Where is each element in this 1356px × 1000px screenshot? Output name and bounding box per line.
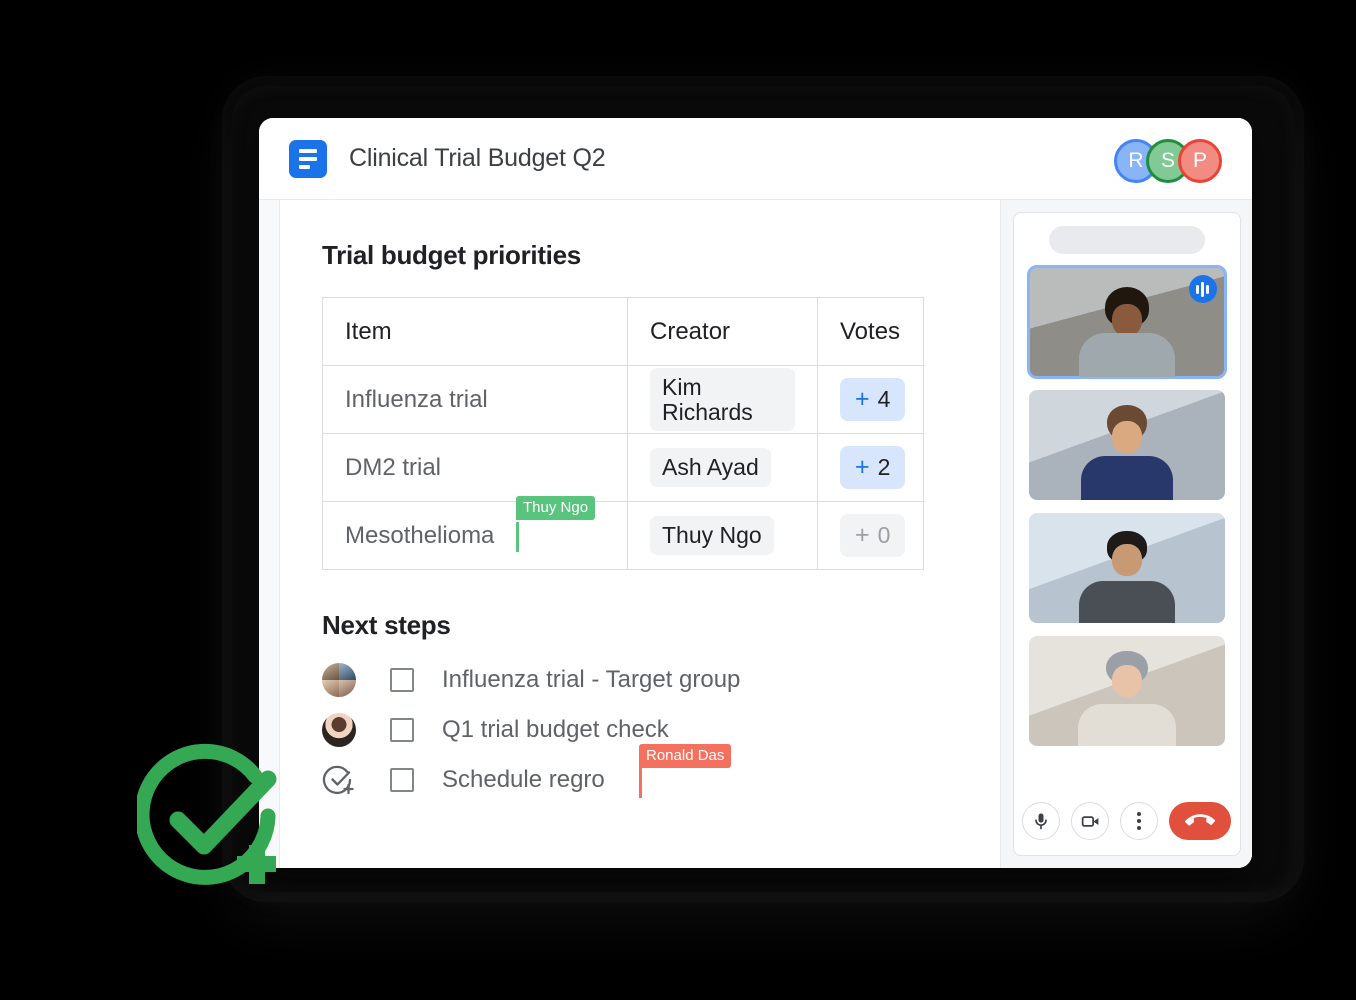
cell-creator: Thuy Ngo	[627, 501, 818, 570]
next-steps-list: Influenza trial - Target group Q1 trial …	[322, 655, 1000, 805]
vote-button[interactable]: + 2	[840, 446, 906, 489]
collaborator-cursor-label: Thuy Ngo	[516, 496, 596, 520]
table-row: Influenza trial Kim Richards + 4	[322, 365, 924, 434]
column-header-votes: Votes	[817, 297, 924, 366]
video-call-card	[1012, 212, 1241, 856]
participant-tile-1[interactable]	[1026, 265, 1227, 379]
green-task-check-plus-icon	[134, 742, 287, 894]
call-controls	[1022, 802, 1231, 842]
checkbox[interactable]	[390, 768, 414, 792]
cell-votes: + 4	[817, 365, 924, 434]
cell-creator: Ash Ayad	[627, 433, 818, 502]
person-avatar	[322, 713, 356, 747]
plus-icon: +	[855, 453, 870, 482]
group-avatar	[322, 663, 356, 697]
checkbox[interactable]	[390, 718, 414, 742]
cell-item[interactable]: DM2 trial	[322, 433, 628, 502]
three-dots-icon	[1137, 812, 1141, 830]
column-header-creator: Creator	[627, 297, 818, 366]
next-steps-section: Next steps Influenza trial - Target grou…	[322, 610, 1000, 805]
creator-chip[interactable]: Thuy Ngo	[650, 516, 774, 555]
collaborator-caret	[516, 522, 519, 552]
section-heading-priorities: Trial budget priorities	[322, 240, 581, 270]
priorities-table: Item Creator Votes Influenza trial Kim R…	[322, 297, 924, 570]
table-row: DM2 trial Ash Ayad + 2	[322, 433, 924, 502]
checkbox[interactable]	[390, 668, 414, 692]
cell-votes: + 2	[817, 433, 924, 502]
avatar[interactable]: P	[1178, 139, 1222, 183]
page-title: Clinical Trial Budget Q2	[349, 144, 606, 172]
list-item[interactable]: Influenza trial - Target group	[322, 655, 1000, 705]
vote-count: 4	[877, 386, 891, 413]
end-call-button[interactable]	[1169, 802, 1231, 840]
cell-item[interactable]: Mesothelioma Thuy Ngo	[322, 496, 628, 570]
more-options-button[interactable]	[1120, 802, 1158, 840]
window-body: Trial budget priorities Item Creator Vot…	[259, 200, 1252, 868]
microphone-button[interactable]	[1022, 802, 1060, 840]
creator-chip[interactable]: Ash Ayad	[650, 448, 771, 487]
list-item-label: Q1 trial budget check	[442, 716, 669, 743]
audio-indicator-icon	[1188, 275, 1217, 303]
cell-creator: Kim Richards	[627, 365, 818, 434]
participant-tile-2[interactable]	[1028, 390, 1225, 500]
table-header-row: Item Creator Votes	[322, 297, 924, 366]
collaborator-caret	[639, 768, 642, 798]
section-heading-next-steps: Next steps	[322, 610, 451, 640]
list-item-text: Schedule regro	[442, 766, 605, 793]
vote-count: 0	[877, 522, 891, 549]
vote-button[interactable]: + 4	[840, 378, 906, 421]
titlebar: Clinical Trial Budget Q2 R S P	[259, 118, 1252, 200]
google-docs-icon[interactable]	[289, 139, 327, 178]
cell-votes: + 0	[817, 501, 924, 570]
cell-item-text: Mesothelioma	[345, 521, 495, 549]
list-item-label: Schedule regro Ronald Das	[442, 744, 732, 798]
column-header-item: Item	[322, 297, 628, 366]
assign-task-icon[interactable]	[322, 763, 356, 797]
vote-button[interactable]: + 0	[840, 514, 906, 557]
participant-tile-4[interactable]	[1028, 636, 1225, 746]
panel-placeholder-bar	[1048, 226, 1205, 254]
table-row: Mesothelioma Thuy Ngo Thuy Ngo + 0	[322, 496, 924, 570]
app-window: Clinical Trial Budget Q2 R S P Trial bud…	[259, 118, 1252, 868]
cell-item[interactable]: Influenza trial	[322, 365, 628, 434]
camera-button[interactable]	[1071, 802, 1109, 840]
creator-chip[interactable]: Kim Richards	[650, 368, 795, 431]
vote-count: 2	[877, 454, 891, 481]
collaborator-avatars: R S P	[1114, 139, 1222, 183]
plus-icon: +	[855, 385, 870, 414]
participant-tile-3[interactable]	[1028, 513, 1225, 623]
screen-root: Clinical Trial Budget Q2 R S P Trial bud…	[0, 0, 1356, 1000]
plus-icon: +	[855, 521, 870, 550]
video-call-panel	[1000, 200, 1252, 868]
list-item[interactable]: Schedule regro Ronald Das	[322, 744, 1000, 805]
document-pane[interactable]: Trial budget priorities Item Creator Vot…	[280, 200, 1000, 868]
collaborator-cursor-label: Ronald Das	[639, 744, 732, 768]
list-item-label: Influenza trial - Target group	[442, 666, 741, 693]
